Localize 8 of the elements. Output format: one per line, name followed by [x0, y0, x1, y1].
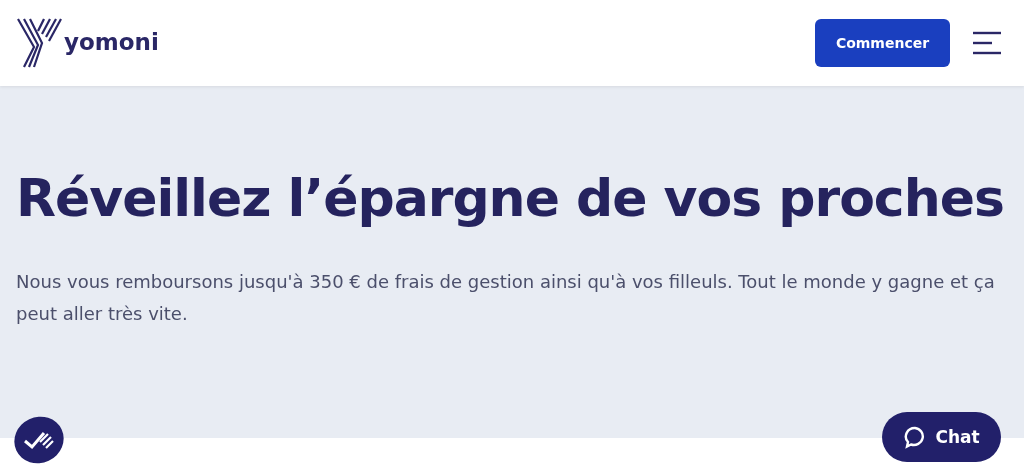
chat-button[interactable]: Chat — [882, 412, 1001, 462]
logo-wordmark[interactable]: yomoni — [64, 29, 159, 55]
hero-title: Réveillez l’épargne de vos proches — [16, 168, 1005, 228]
checkmark-badge-icon[interactable] — [13, 414, 65, 466]
menu-icon[interactable] — [972, 31, 1002, 55]
logo-icon — [16, 17, 62, 69]
hero-description: Nous vous remboursons jusqu'à 350 € de frais de gestion ainsi qu'à vos filleuls. Tout le monde y gagne et ça peut aller très vite. — [16, 270, 996, 326]
start-button[interactable]: Commencer — [815, 19, 950, 67]
